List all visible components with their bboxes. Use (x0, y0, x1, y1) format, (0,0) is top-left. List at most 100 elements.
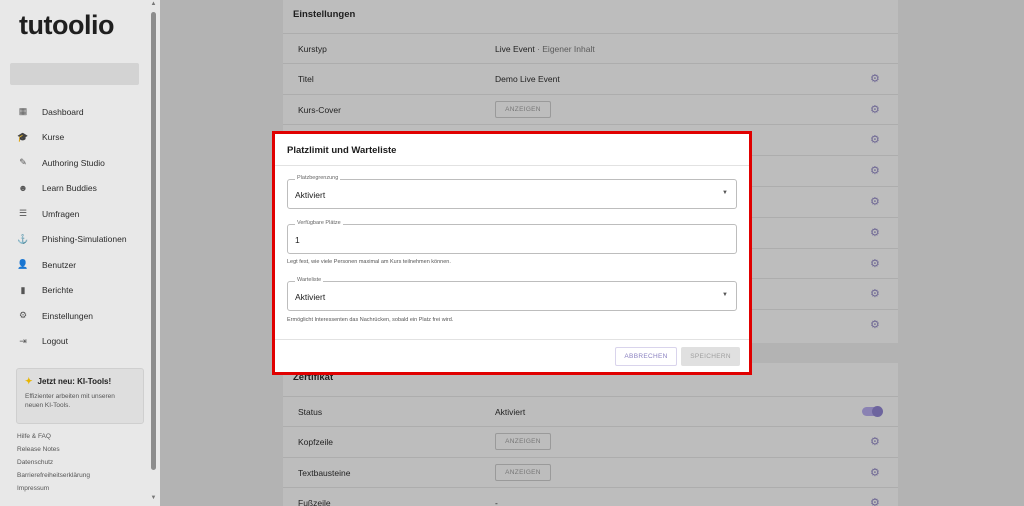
cert-row-textbausteine: Textbausteine ANZEIGEN ⚙ (283, 457, 898, 487)
logout-icon: ⇥ (19, 335, 27, 346)
scroll-down-arrow-icon[interactable]: ▼ (149, 495, 158, 501)
field-value: Aktiviert (295, 190, 326, 200)
footer-links: Hilfe & FAQ Release Notes Datenschutz Ba… (17, 433, 90, 498)
row-label: Kurs-Cover (298, 105, 341, 115)
sidebar-item-umfragen[interactable]: ☰ Umfragen (0, 201, 148, 227)
list-check-icon: ☰ (18, 208, 28, 219)
field-label: Warteliste (295, 277, 324, 283)
gear-icon[interactable]: ⚙ (870, 287, 880, 300)
footer-link-accessibility[interactable]: Barrierefreiheitserklärung (17, 472, 90, 485)
gear-icon[interactable]: ⚙ (870, 195, 880, 208)
sidebar-item-kurse[interactable]: 🎓 Kurse (0, 125, 148, 151)
buddies-icon: ☻ (18, 183, 28, 194)
field-value: Aktiviert (295, 292, 326, 302)
field-label: Verfügbare Plätze (295, 220, 343, 226)
row-label: Kurstyp (298, 44, 327, 54)
gear-icon[interactable]: ⚙ (870, 496, 880, 506)
user-icon: 👤 (17, 259, 29, 270)
field-label: Platzbegrenzung (295, 175, 341, 181)
settings-row-titel: Titel Demo Live Event ⚙ (283, 63, 898, 93)
promo-title: Jetzt neu: KI-Tools! (37, 377, 112, 386)
sidebar-item-berichte[interactable]: ▮ Berichte (0, 278, 148, 304)
sidebar-item-label: Umfragen (42, 208, 80, 219)
sidebar-item-dashboard[interactable]: ▦ Dashboard (0, 99, 148, 125)
footer-link-imprint[interactable]: Impressum (17, 485, 90, 498)
gear-icon[interactable]: ⚙ (870, 226, 880, 239)
row-value: - (495, 498, 498, 506)
sidebar-item-einstellungen[interactable]: ⚙ Einstellungen (0, 303, 148, 329)
scroll-thumb[interactable] (151, 12, 156, 470)
gear-icon[interactable]: ⚙ (870, 257, 880, 270)
modal-highlight-frame: Platzlimit und Warteliste Platzbegrenzun… (272, 131, 752, 375)
sidebar-item-benutzer[interactable]: 👤 Benutzer (0, 252, 148, 278)
gear-icon[interactable]: ⚙ (870, 466, 880, 479)
footer-link-release-notes[interactable]: Release Notes (17, 446, 90, 459)
sidebar-item-authoring-studio[interactable]: ✎ Authoring Studio (0, 150, 148, 176)
row-value: Aktiviert (495, 407, 526, 417)
panel-title: Einstellungen (293, 9, 356, 20)
app-logo[interactable]: tutoolio (19, 10, 114, 41)
chevron-down-icon: ▼ (722, 292, 728, 298)
seats-helper-text: Legt fest, wie viele Personen maximal am… (287, 259, 451, 265)
sidebar-item-label: Berichte (42, 285, 74, 296)
graduation-cap-icon: 🎓 (17, 131, 29, 142)
sidebar-item-label: Learn Buddies (42, 183, 97, 194)
seat-limit-dialog: Platzlimit und Warteliste Platzbegrenzun… (275, 134, 749, 372)
row-value: Live Event · Eigener Inhalt (495, 44, 595, 54)
row-label: Titel (298, 74, 314, 84)
user-profile-placeholder[interactable] (10, 63, 139, 85)
gear-icon[interactable]: ⚙ (870, 72, 880, 85)
divider (275, 165, 749, 166)
cert-row-kopfzeile: Kopfzeile ANZEIGEN ⚙ (283, 426, 898, 456)
show-button[interactable]: ANZEIGEN (495, 101, 551, 118)
save-button[interactable]: SPEICHERN (681, 347, 740, 366)
sidebar-item-logout[interactable]: ⇥ Logout (0, 329, 148, 355)
gear-icon[interactable]: ⚙ (870, 164, 880, 177)
sidebar-item-label: Authoring Studio (42, 157, 105, 168)
promo-card[interactable]: ✦ Jetzt neu: KI-Tools! Effizienter arbei… (16, 368, 144, 424)
certificate-panel: Zertifikat Status Aktiviert Kopfzeile AN… (283, 363, 898, 506)
show-button[interactable]: ANZEIGEN (495, 464, 551, 481)
available-seats-input[interactable]: Verfügbare Plätze 1 (287, 220, 737, 254)
footer-link-help[interactable]: Hilfe & FAQ (17, 433, 90, 446)
divider (275, 339, 749, 340)
phishing-hook-icon: ⚓ (17, 233, 29, 244)
row-label: Kopfzeile (298, 437, 333, 447)
sidebar-item-label: Phishing-Simulationen (42, 234, 127, 245)
settings-row-kurstyp: Kurstyp Live Event · Eigener Inhalt (283, 33, 898, 63)
gear-icon[interactable]: ⚙ (870, 133, 880, 146)
row-label: Fußzeile (298, 498, 331, 506)
sidebar-scrollbar[interactable]: ▲ ▼ (149, 0, 158, 506)
waitlist-helper-text: Ermöglicht Interessenten das Nachrücken,… (287, 317, 454, 323)
footer-link-privacy[interactable]: Datenschutz (17, 459, 90, 472)
waitlist-select[interactable]: Warteliste Aktiviert ▼ (287, 277, 737, 311)
pencil-icon: ✎ (19, 157, 27, 168)
sidebar: tutoolio ▦ Dashboard 🎓 Kurse ✎ Authoring… (0, 0, 160, 506)
sidebar-item-learn-buddies[interactable]: ☻ Learn Buddies (0, 176, 148, 202)
bar-chart-icon: ▮ (20, 284, 26, 295)
sidebar-item-label: Benutzer (42, 259, 77, 270)
show-button[interactable]: ANZEIGEN (495, 433, 551, 450)
gear-icon: ⚙ (18, 310, 28, 321)
cert-row-status: Status Aktiviert (283, 396, 898, 426)
gear-icon[interactable]: ⚙ (870, 435, 880, 448)
gear-icon[interactable]: ⚙ (870, 318, 880, 331)
settings-row-kurs-cover: Kurs-Cover ANZEIGEN ⚙ (283, 94, 898, 124)
dashboard-icon: ▦ (18, 106, 28, 117)
seat-limit-select[interactable]: Platzbegrenzung Aktiviert ▼ (287, 175, 737, 209)
sparkle-icon: ✦ (25, 376, 33, 386)
gear-icon[interactable]: ⚙ (870, 103, 880, 116)
sidebar-item-phishing[interactable]: ⚓ Phishing-Simulationen (0, 227, 148, 253)
sidebar-item-label: Kurse (42, 132, 65, 143)
scroll-up-arrow-icon[interactable]: ▲ (149, 1, 158, 7)
promo-text: Effizienter arbeiten mit unseren neuen K… (25, 393, 115, 409)
row-label: Textbausteine (298, 468, 351, 478)
status-toggle[interactable] (862, 406, 883, 417)
chevron-down-icon: ▼ (722, 190, 728, 196)
cancel-button[interactable]: ABBRECHEN (615, 347, 677, 366)
sidebar-item-label: Dashboard (42, 106, 84, 117)
row-label: Status (298, 407, 323, 417)
dialog-title: Platzlimit und Warteliste (287, 145, 397, 156)
cert-row-fusszeile: Fußzeile - ⚙ (283, 487, 898, 506)
sidebar-item-label: Logout (42, 336, 68, 347)
